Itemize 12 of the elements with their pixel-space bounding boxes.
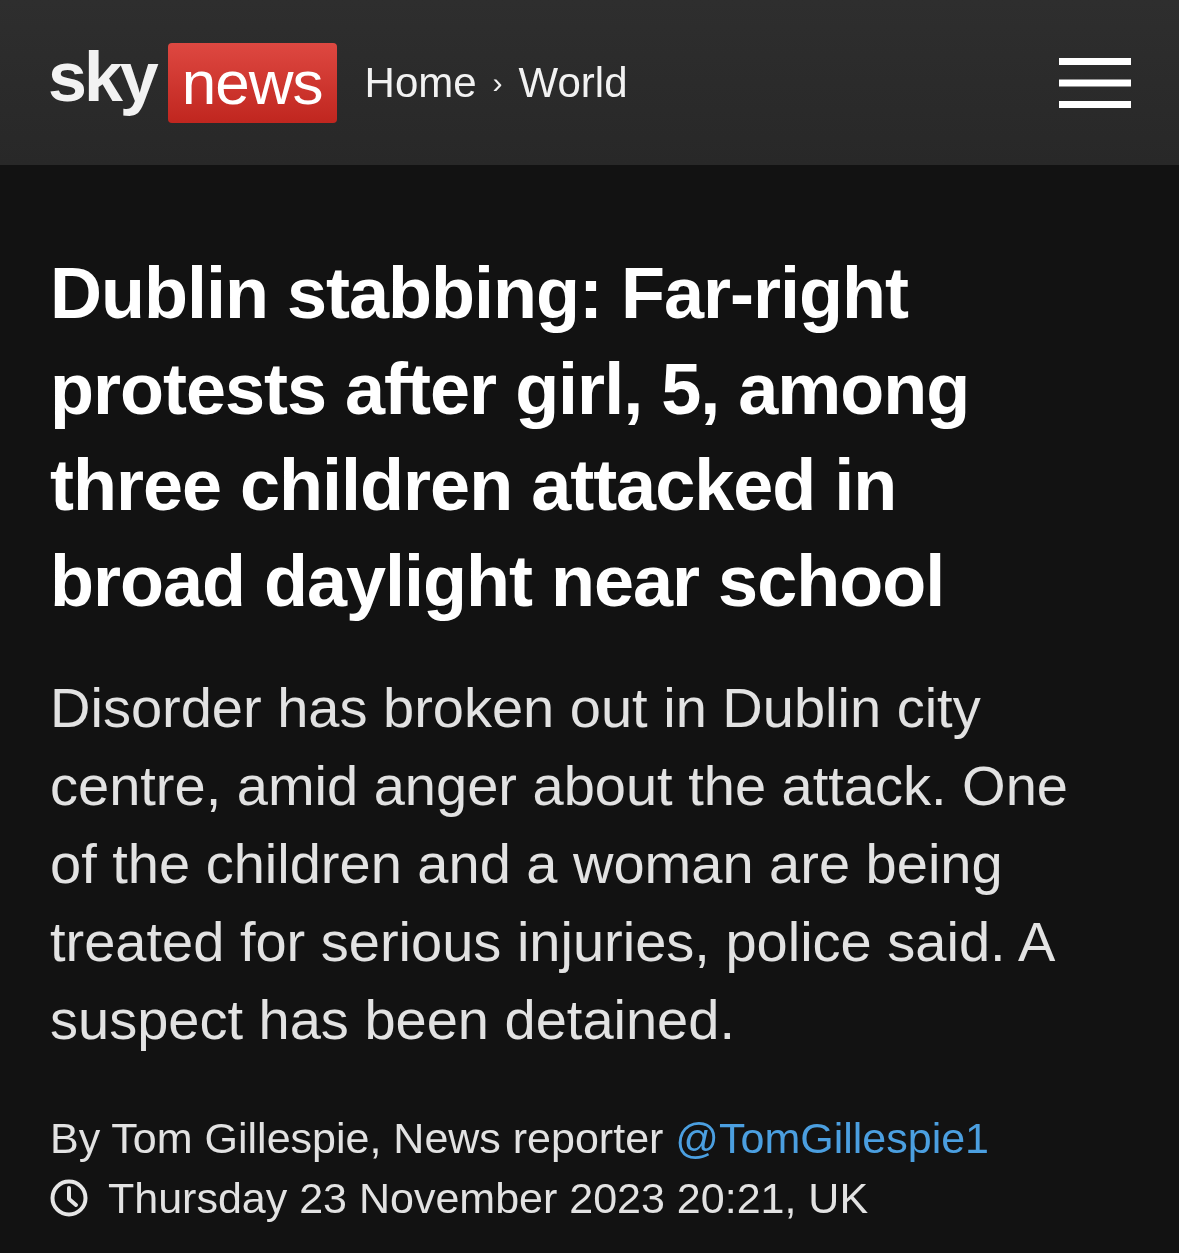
publish-date: Thursday 23 November 2023 20:21, UK bbox=[108, 1173, 869, 1224]
author-handle-link[interactable]: @TomGillespie1 bbox=[675, 1114, 989, 1162]
menu-icon[interactable] bbox=[1059, 57, 1131, 108]
article-headline: Dublin stabbing: Far-right protests after girl, 5, among three children attacked in broad daylight near school bbox=[50, 252, 971, 623]
breadcrumb-separator: › bbox=[492, 65, 503, 100]
logo-news-tile: news bbox=[167, 42, 337, 123]
breadcrumb-link[interactable]: Home bbox=[364, 58, 477, 107]
breadcrumb-link[interactable]: World bbox=[518, 58, 628, 107]
logo-sky-text: sky bbox=[48, 41, 156, 118]
article-summary: Disorder has broken out in Dublin city centre, amid anger about the attack. One of the children and a woman are being treated for serious injuries, police said. A suspect has been detained. bbox=[50, 675, 1069, 1053]
byline-text: By Tom Gillespie, News reporter @TomGillespie1 bbox=[50, 1113, 990, 1164]
clock-icon bbox=[50, 1179, 88, 1217]
